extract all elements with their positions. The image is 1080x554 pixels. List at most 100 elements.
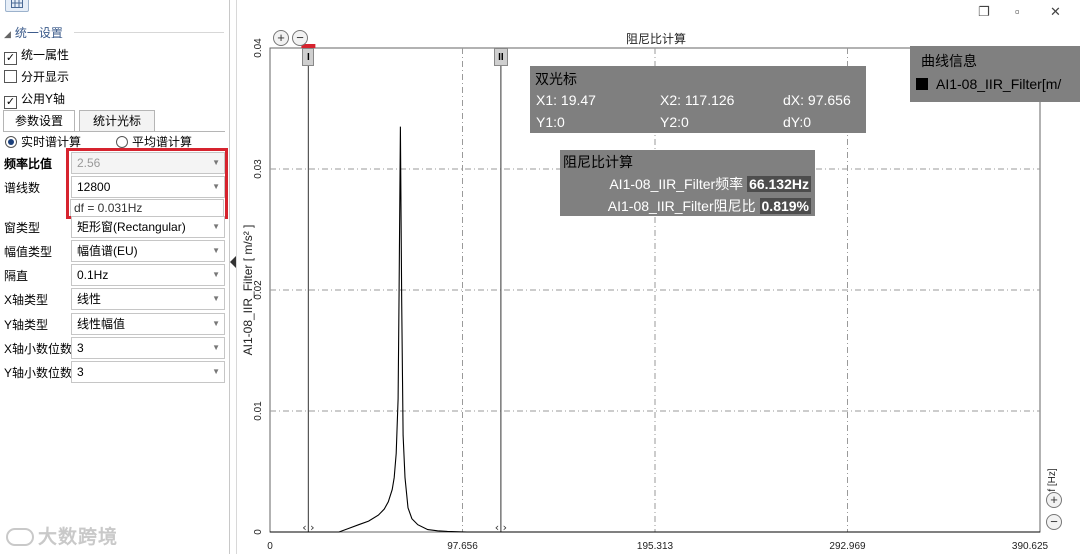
close-icon[interactable]: ✕ — [1050, 4, 1061, 20]
watermark-logo: 大数跨境 — [6, 522, 118, 549]
y-tick-label: 0.01 — [253, 401, 264, 421]
damping-ratio-box[interactable]: 阻尼比计算 AI1-08_IIR_Filter频率 66.132Hz AI1-0… — [560, 150, 815, 216]
tab-underline — [3, 131, 225, 132]
amplitude-type-select[interactable]: 幅值谱(EU) ▼ — [71, 240, 225, 262]
dropdown-arrow-icon: ▼ — [212, 294, 220, 303]
y-tick-label: 0 — [253, 529, 264, 535]
checkbox-label: 公用Y轴 — [21, 92, 66, 106]
y-decimals-select[interactable]: 3 ▼ — [71, 361, 225, 383]
app-window: ◢ 统一设置 ✓ 统一属性 分开显示 ✓ 公用Y轴 参数设置 统计光标 实时谱计算 平… — [0, 0, 1080, 554]
prop-label: 频率比值 — [4, 157, 53, 171]
x-zoom-in-button[interactable]: + — [1046, 492, 1062, 508]
plus-icon: + — [277, 30, 285, 45]
checkbox-checked-icon: ✓ — [4, 96, 17, 109]
cursor-label: II — [498, 52, 504, 63]
table-view-button[interactable] — [5, 0, 29, 12]
prop-label: 窗类型 — [4, 221, 41, 235]
x-tick-label: 195.313 — [637, 541, 674, 552]
minus-icon: − — [296, 30, 304, 45]
dual-cursor-box[interactable]: 双光标 X1: 19.47 X2: 117.126 dX: 97.656 Y1:… — [530, 66, 866, 133]
y-axis-type-select[interactable]: 线性幅值 ▼ — [71, 313, 225, 335]
x-axis-type-select[interactable]: 线性 ▼ — [71, 288, 225, 310]
damping-ratio-value: 0.819% — [759, 198, 811, 214]
x-decimals-select[interactable]: 3 ▼ — [71, 337, 225, 359]
damping-freq-row: AI1-08_IIR_Filter频率 66.132Hz — [609, 174, 811, 194]
legend-swatch — [916, 78, 928, 90]
prop-label: 幅值类型 — [4, 245, 53, 259]
x-axis-unit: f [Hz] — [1047, 468, 1058, 492]
cursor-y1: Y1:0 — [536, 114, 565, 130]
checkbox-unified-properties[interactable]: ✓ 统一属性 — [4, 48, 70, 65]
watermark-circle-icon — [6, 528, 34, 546]
cursor-y2: Y2:0 — [660, 114, 689, 130]
prop-label: 隔直 — [4, 269, 29, 283]
restore-icon[interactable]: ❐ — [978, 4, 990, 20]
prop-label: 谱线数 — [4, 181, 41, 195]
splitter[interactable] — [236, 0, 237, 554]
damping-ratio-row: AI1-08_IIR_Filter阻尼比 0.819% — [608, 196, 811, 216]
zoom-in-button[interactable]: + — [273, 30, 289, 46]
checkbox-empty-icon — [4, 70, 17, 83]
prop-label: Y轴类型 — [4, 318, 49, 332]
prop-x-axis-type: X轴类型 线性 ▼ — [1, 287, 225, 311]
watermark-text: 大数跨境 — [38, 527, 119, 548]
checkbox-separate-display[interactable]: 分开显示 — [4, 70, 69, 86]
prop-dc-block: 隔直 0.1Hz ▼ — [1, 263, 225, 287]
radio-selected-icon — [5, 136, 17, 148]
prop-y-decimals: Y轴小数位数 3 ▼ — [1, 360, 225, 384]
legend-item[interactable]: AI1-08_IIR_Filter[m/ — [916, 76, 1061, 92]
checkbox-shared-y-axis[interactable]: ✓ 公用Y轴 — [4, 92, 66, 109]
cursor-x1: X1: 19.47 — [536, 92, 596, 108]
legend-label: AI1-08_IIR_Filter[m/ — [936, 76, 1062, 92]
minus-icon: − — [1050, 514, 1058, 529]
dropdown-arrow-icon: ▼ — [212, 343, 220, 352]
panel-divider — [229, 0, 230, 554]
zoom-out-button[interactable]: − — [292, 30, 308, 46]
checkbox-label: 统一属性 — [21, 48, 70, 62]
y-axis-label: AI1-08_IIR_Filter [ m/s² ] — [241, 225, 255, 356]
dropdown-arrow-icon: ▼ — [212, 367, 220, 376]
dc-block-select[interactable]: 0.1Hz ▼ — [71, 264, 225, 286]
prop-window-type: 窗类型 矩形窗(Rectangular) ▼ — [1, 215, 225, 239]
x-zoom-out-button[interactable]: − — [1046, 514, 1062, 530]
highlight-box — [66, 148, 228, 219]
dropdown-arrow-icon: ▼ — [212, 222, 220, 231]
field-value: 3 — [77, 365, 84, 379]
tab-parameter-settings[interactable]: 参数设置 — [3, 110, 75, 132]
y-tick-label: 0.03 — [253, 159, 264, 179]
dropdown-arrow-icon: ▼ — [212, 270, 220, 279]
field-value: 线性 — [77, 292, 102, 306]
damping-ratio-label: AI1-08_IIR_Filter阻尼比 — [607, 198, 756, 214]
cursor-label: I — [306, 52, 310, 63]
dual-cursor-title: 双光标 — [535, 71, 577, 87]
curve-info-legend[interactable]: 曲线信息 AI1-08_IIR_Filter[m/ — [910, 46, 1080, 102]
settings-panel: ◢ 统一设置 ✓ 统一属性 分开显示 ✓ 公用Y轴 参数设置 统计光标 实时谱计算 平… — [0, 0, 229, 554]
radio-label: 平均谱计算 — [132, 135, 193, 149]
grid-icon — [11, 0, 23, 8]
field-value: 幅值谱(EU) — [77, 244, 138, 258]
prop-label: X轴类型 — [4, 293, 49, 307]
checkbox-checked-icon: ✓ — [4, 52, 17, 65]
section-title: 统一设置 — [14, 26, 63, 40]
prop-y-axis-type: Y轴类型 线性幅值 ▼ — [1, 312, 225, 336]
tab-statistic-cursor[interactable]: 统计光标 — [79, 110, 155, 132]
checkbox-label: 分开显示 — [21, 70, 70, 84]
dropdown-arrow-icon: ▼ — [212, 246, 220, 255]
window-type-select[interactable]: 矩形窗(Rectangular) ▼ — [71, 216, 225, 238]
cursor-2-handle[interactable]: II — [493, 48, 508, 66]
cursor-dy: dY:0 — [783, 114, 812, 130]
radio-empty-icon — [116, 136, 128, 148]
damping-title: 阻尼比计算 — [563, 154, 633, 170]
field-value: 0.1Hz — [77, 268, 109, 282]
damping-freq-value: 66.132Hz — [747, 176, 811, 192]
maximize-icon[interactable]: ▫ — [1015, 4, 1020, 19]
collapse-triangle-icon: ◢ — [4, 29, 11, 39]
prop-label: Y轴小数位数 — [4, 366, 73, 380]
chart-area: 阻尼比计算 0 97.656 195.313 292.969 390.625 0 0.01 0… — [240, 0, 1080, 554]
x-tick-label: 390.625 — [1012, 541, 1049, 552]
cursor-1-handle[interactable]: I — [302, 48, 315, 66]
cursor-dx: dX: 97.656 — [783, 92, 851, 108]
x-tick-label: 0 — [267, 541, 273, 552]
section-header[interactable]: ◢ 统一设置 — [4, 24, 63, 41]
cursor-x2: X2: 117.126 — [660, 92, 735, 108]
